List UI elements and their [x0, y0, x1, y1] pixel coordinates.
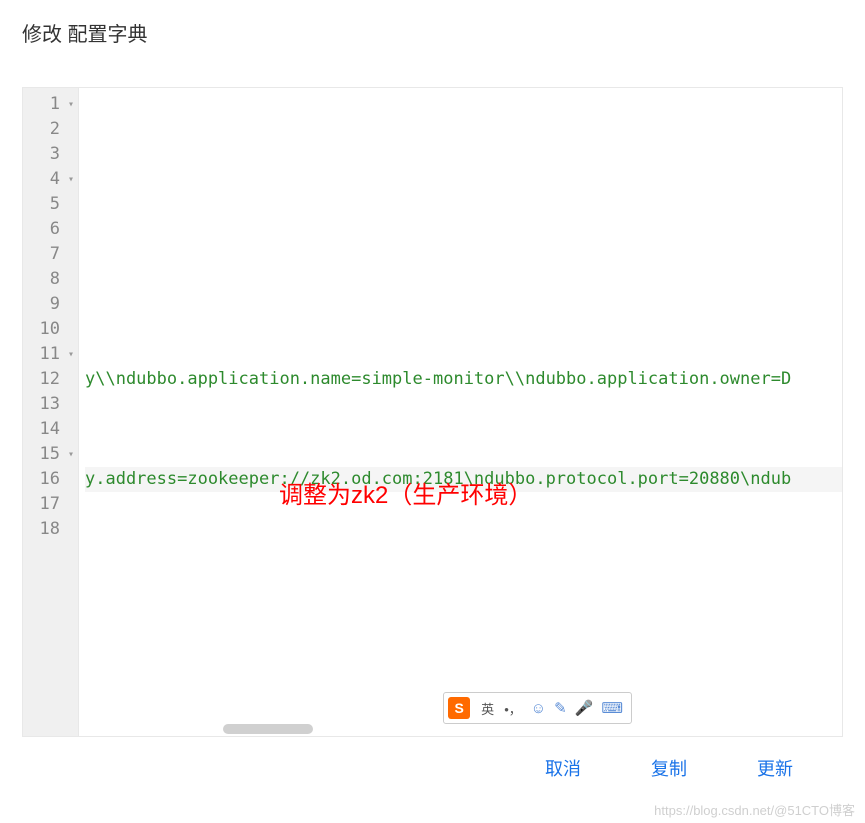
code-line[interactable]: [85, 317, 842, 342]
line-gutter: 123456789101112131415161718: [23, 88, 79, 736]
code-line[interactable]: [85, 167, 842, 192]
line-number: 14: [27, 417, 72, 442]
code-line[interactable]: [85, 517, 842, 542]
code-line[interactable]: [85, 267, 842, 292]
code-editor[interactable]: 123456789101112131415161718 y\\ndubbo.ap…: [22, 87, 843, 737]
sogou-logo-icon[interactable]: S: [448, 697, 470, 719]
line-number: 17: [27, 492, 72, 517]
line-number: 12: [27, 367, 72, 392]
mic-icon[interactable]: 🎤: [571, 699, 598, 717]
code-line[interactable]: [85, 292, 842, 317]
line-number: 5: [27, 192, 72, 217]
line-number: 6: [27, 217, 72, 242]
line-number: 3: [27, 142, 72, 167]
code-line[interactable]: [85, 117, 842, 142]
code-line[interactable]: [85, 392, 842, 417]
code-line[interactable]: [85, 217, 842, 242]
code-line[interactable]: [85, 242, 842, 267]
code-line[interactable]: [85, 192, 842, 217]
line-number: 16: [27, 467, 72, 492]
ime-toolbar[interactable]: S 英 •， ☺ ✎ 🎤 ⌨: [443, 692, 632, 724]
smiley-icon[interactable]: ☺: [527, 700, 550, 717]
code-line[interactable]: [85, 142, 842, 167]
line-number: 4: [27, 167, 72, 192]
keyboard-icon[interactable]: ⌨: [597, 699, 627, 717]
watermark: https://blog.csdn.net/@51CTO博客: [654, 800, 855, 819]
ime-punct[interactable]: •，: [499, 699, 527, 718]
eraser-icon[interactable]: ✎: [550, 699, 571, 717]
line-number: 13: [27, 392, 72, 417]
code-area[interactable]: y\\ndubbo.application.name=simple-monito…: [79, 88, 842, 736]
line-number: 7: [27, 242, 72, 267]
ime-lang[interactable]: 英: [476, 699, 499, 718]
line-number: 11: [27, 342, 72, 367]
code-line[interactable]: [85, 92, 842, 117]
dialog: 修改 配置字典 123456789101112131415161718 y\\n…: [0, 0, 865, 781]
line-number: 10: [27, 317, 72, 342]
line-number: 2: [27, 117, 72, 142]
horizontal-scrollbar[interactable]: [223, 724, 313, 734]
line-number: 8: [27, 267, 72, 292]
annotation-text: 调整为zk2（生产环境）: [279, 483, 532, 508]
code-line[interactable]: y\\ndubbo.application.name=simple-monito…: [85, 367, 842, 392]
line-number: 1: [27, 92, 72, 117]
line-number: 9: [27, 292, 72, 317]
copy-button[interactable]: 复制: [651, 755, 687, 781]
dialog-footer: 取消 复制 更新: [22, 737, 843, 781]
line-number: 15: [27, 442, 72, 467]
code-line[interactable]: [85, 442, 842, 467]
code-line[interactable]: [85, 417, 842, 442]
code-line[interactable]: [85, 342, 842, 367]
cancel-button[interactable]: 取消: [545, 755, 581, 781]
line-number: 18: [27, 517, 72, 542]
update-button[interactable]: 更新: [757, 755, 793, 781]
dialog-title: 修改 配置字典: [22, 18, 843, 47]
